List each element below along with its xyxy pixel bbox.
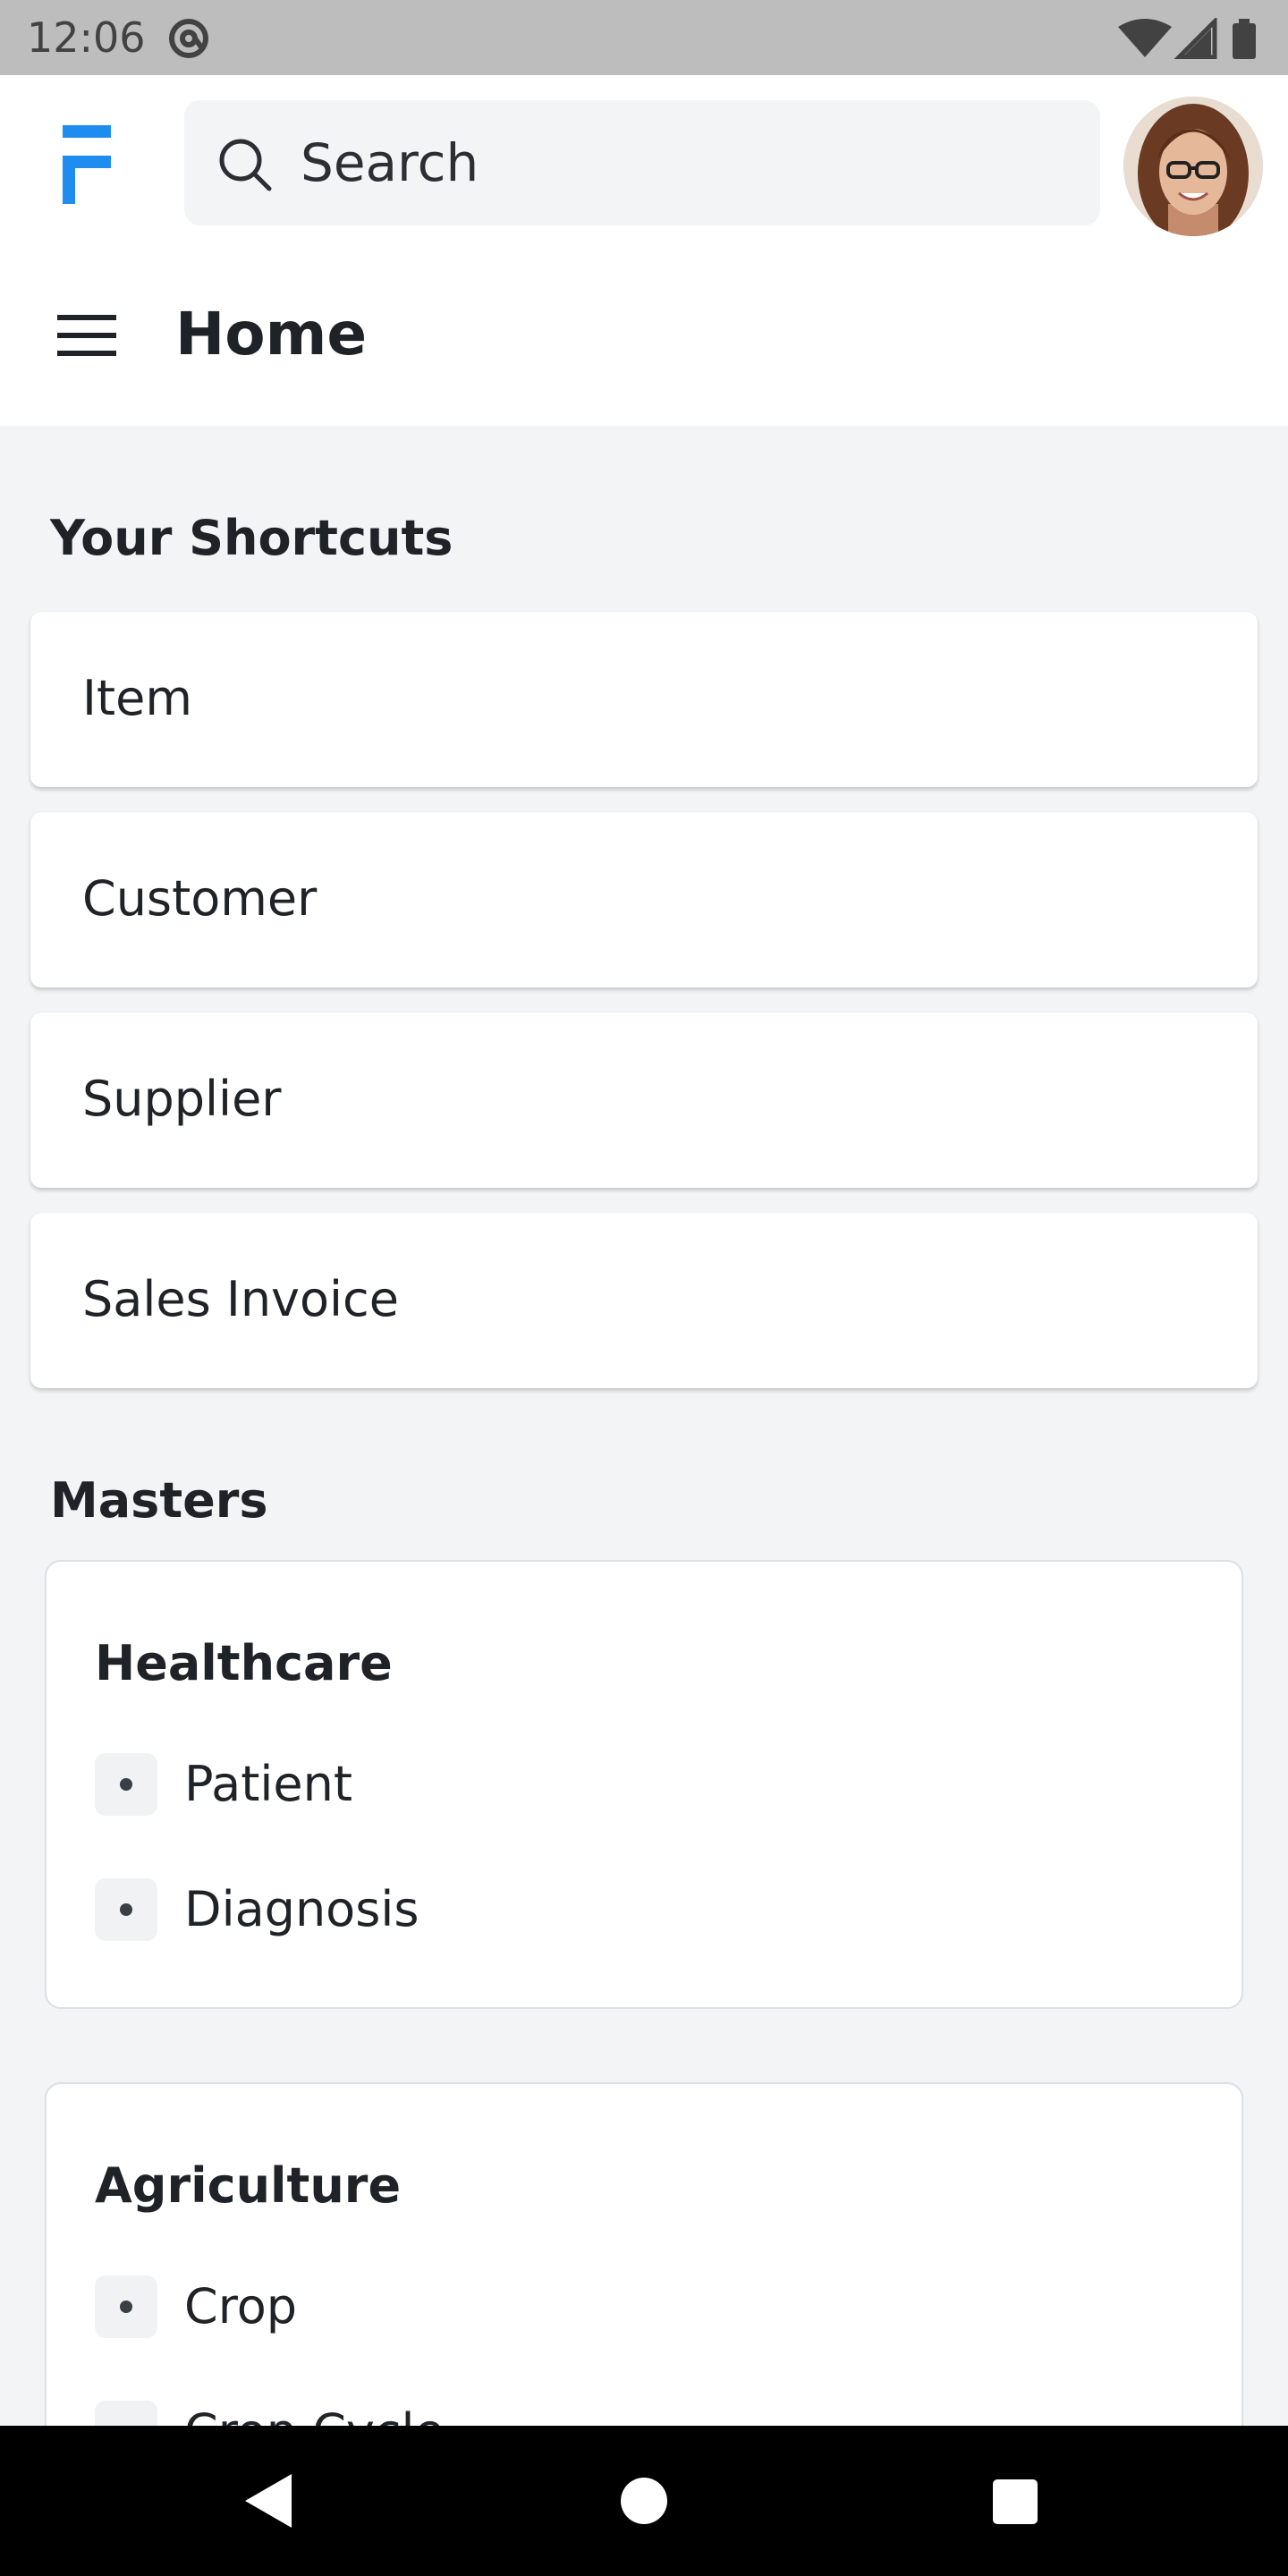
bullet-icon bbox=[95, 2275, 157, 2338]
wifi-icon bbox=[1118, 19, 1172, 57]
app-header: Search Home bbox=[0, 75, 1288, 426]
home-icon[interactable] bbox=[621, 2478, 667, 2524]
shortcut-customer[interactable]: Customer bbox=[30, 812, 1258, 987]
master-link-label: Patient bbox=[184, 1756, 353, 1812]
shortcut-label: Item bbox=[82, 670, 192, 726]
system-nav-bar bbox=[0, 2426, 1288, 2576]
back-icon[interactable] bbox=[243, 2474, 293, 2528]
shortcuts-section-title: Your Shortcuts bbox=[50, 510, 453, 566]
frappe-logo-icon[interactable] bbox=[59, 125, 113, 204]
avatar[interactable] bbox=[1123, 97, 1263, 236]
master-card-title: Agriculture bbox=[95, 2157, 402, 2214]
shortcut-label: Customer bbox=[82, 870, 318, 927]
master-card-healthcare: Healthcare Patient Diagnosis bbox=[45, 1560, 1243, 2009]
masters-section-title: Masters bbox=[50, 1472, 268, 1529]
shortcut-label: Supplier bbox=[82, 1071, 282, 1127]
bullet-icon bbox=[95, 1878, 157, 1941]
search-placeholder: Search bbox=[301, 132, 479, 193]
status-icons bbox=[1118, 18, 1256, 59]
master-card-title: Healthcare bbox=[95, 1635, 393, 1691]
master-link-patient[interactable]: Patient bbox=[95, 1753, 1168, 1816]
bullet-icon bbox=[95, 1753, 157, 1816]
hamburger-menu-icon[interactable] bbox=[57, 313, 116, 358]
shortcut-supplier[interactable]: Supplier bbox=[30, 1013, 1258, 1188]
shortcut-sales-invoice[interactable]: Sales Invoice bbox=[30, 1213, 1258, 1388]
page-title: Home bbox=[175, 300, 368, 369]
at-sign-icon bbox=[169, 19, 208, 58]
status-time: 12:06 bbox=[27, 13, 146, 62]
shortcut-label: Sales Invoice bbox=[82, 1271, 399, 1327]
avatar-image bbox=[1123, 97, 1263, 236]
master-link-crop[interactable]: Crop bbox=[95, 2275, 1168, 2338]
battery-icon bbox=[1233, 23, 1256, 59]
recents-icon[interactable] bbox=[993, 2479, 1038, 2524]
master-link-label: Crop bbox=[184, 2278, 298, 2334]
search-icon bbox=[219, 139, 272, 191]
search-input[interactable]: Search bbox=[184, 100, 1100, 225]
master-link-label: Diagnosis bbox=[184, 1881, 419, 1937]
shortcut-item[interactable]: Item bbox=[30, 612, 1258, 787]
status-bar: 12:06 bbox=[0, 0, 1288, 75]
master-link-diagnosis[interactable]: Diagnosis bbox=[95, 1878, 1168, 1941]
